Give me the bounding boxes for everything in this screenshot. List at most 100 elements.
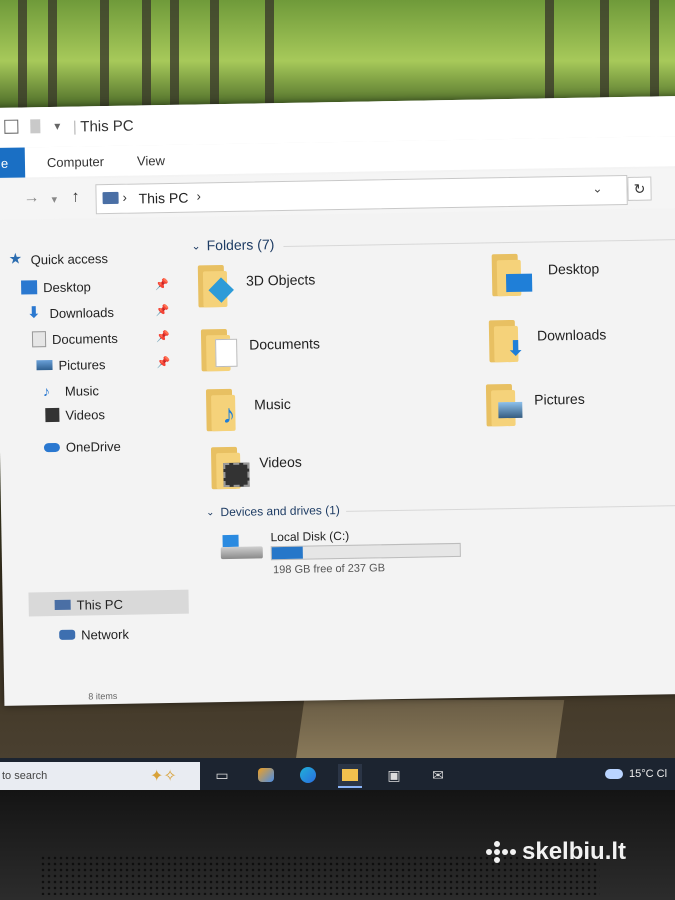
folders-group-header[interactable]: ⌄ Folders (7) <box>191 236 274 253</box>
drives-group-header[interactable]: ⌄ Devices and drives (1) <box>206 503 340 519</box>
group-title: Devices and drives (1) <box>220 503 340 520</box>
address-bar[interactable]: › This PC › ⌄ <box>95 174 628 215</box>
chevron-right-icon[interactable]: › <box>122 190 127 205</box>
tree-trunk <box>170 0 179 120</box>
watermark-text: skelbiu.lt <box>522 838 627 865</box>
tab-view[interactable]: View <box>137 153 165 168</box>
watermark-dots-icon <box>486 839 516 865</box>
videos-folder-icon <box>210 446 250 490</box>
sidebar-item-label: Videos <box>65 406 106 423</box>
file-explorer-window: ▾ This PC e Computer View → ▾ ↑ › This P… <box>0 95 675 706</box>
refresh-icon: ↻ <box>633 180 646 197</box>
taskbar-search-box[interactable]: to search ✦✧ <box>0 762 200 790</box>
pin-icon[interactable]: 📌 <box>156 330 170 343</box>
folder-item-videos[interactable]: Videos <box>210 444 412 499</box>
window-title: This PC <box>80 117 134 136</box>
documents-folder-icon <box>200 328 238 372</box>
pictures-icon <box>36 360 53 371</box>
drive-label: Local Disk (C:) <box>270 528 350 545</box>
folder-label: Videos <box>259 453 302 471</box>
wallpaper-path <box>295 700 565 760</box>
downloads-folder-icon: ⬇ <box>488 319 524 363</box>
sidebar-item-videos[interactable]: Videos <box>45 403 105 426</box>
sidebar-item-documents[interactable]: Documents <box>31 327 118 350</box>
music-icon: ♪ <box>42 383 51 400</box>
folder-label: Documents <box>249 335 321 353</box>
music-folder-icon: ♪ <box>205 388 237 432</box>
mail-icon[interactable]: ✉ <box>426 764 450 786</box>
sidebar-item-label: Downloads <box>49 304 115 321</box>
tab-computer[interactable]: Computer <box>47 154 104 170</box>
sidebar-item-label: Desktop <box>43 278 91 295</box>
taskbar: to search ✦✧ ▭ ▣ ✉ 15°C Cl <box>0 758 675 794</box>
properties-icon[interactable] <box>4 119 19 134</box>
weather-widget[interactable]: 15°C Cl <box>605 768 667 780</box>
new-folder-icon[interactable] <box>30 119 41 134</box>
watermark-logo: skelbiu.lt <box>486 838 626 866</box>
folder-item-downloads[interactable]: ⬇ Downloads <box>488 317 675 372</box>
sidebar-item-label: OneDrive <box>65 438 121 455</box>
sidebar-item-downloads[interactable]: ⬇ Downloads <box>27 301 114 325</box>
sidebar-item-network[interactable]: Network <box>59 623 129 646</box>
forward-icon[interactable]: → <box>23 189 39 207</box>
sidebar-item-label: Documents <box>51 330 118 347</box>
folder-label: Desktop <box>547 260 600 278</box>
sidebar-item-onedrive[interactable]: OneDrive <box>43 435 121 458</box>
folder-label: 3D Objects <box>245 271 316 289</box>
chevron-right-icon[interactable]: › <box>196 188 201 203</box>
documents-icon <box>31 331 47 348</box>
computer-icon <box>102 191 119 205</box>
status-item-count: 8 items <box>88 690 118 702</box>
sidebar-item-label: Network <box>81 626 130 643</box>
network-icon <box>59 629 76 640</box>
pin-icon[interactable]: 📌 <box>156 356 170 369</box>
drive-free-space: 198 GB free of 237 GB <box>273 562 386 577</box>
pin-icon[interactable]: 📌 <box>155 304 169 317</box>
folder-item-desktop[interactable]: Desktop <box>491 251 675 306</box>
sidebar-item-label: Quick access <box>30 250 109 267</box>
chevron-down-icon: ⌄ <box>205 506 215 518</box>
edge-icon[interactable] <box>296 764 320 786</box>
copilot-icon[interactable] <box>254 764 278 786</box>
task-view-icon[interactable]: ▭ <box>210 764 234 786</box>
star-icon: ★ <box>8 250 23 268</box>
store-icon[interactable]: ▣ <box>382 764 406 786</box>
folder-item-documents[interactable]: Documents <box>200 326 402 381</box>
drive-usage-bar <box>270 542 461 561</box>
sidebar-item-quick-access[interactable]: ★ Quick access <box>8 247 108 271</box>
group-divider <box>346 504 675 512</box>
folder-item-3d-objects[interactable]: 3D Objects <box>197 262 399 317</box>
pictures-folder-icon <box>485 384 523 427</box>
search-placeholder: to search <box>2 770 48 782</box>
refresh-button[interactable]: ↻ <box>627 176 652 201</box>
hard-drive-icon <box>220 530 265 561</box>
sidebar-item-desktop[interactable]: Desktop <box>21 275 91 298</box>
navigation-pane: ★ Quick access Desktop 📌 ⬇ Downloads 📌 D… <box>0 230 194 673</box>
chevron-down-icon[interactable]: ⌄ <box>592 181 602 195</box>
sidebar-item-pictures[interactable]: Pictures <box>36 353 106 376</box>
folder-item-music[interactable]: ♪ Music <box>205 386 407 441</box>
folder-label: Music <box>254 395 291 413</box>
tree-trunk <box>48 0 57 120</box>
tree-trunk <box>265 0 274 120</box>
tab-file[interactable]: e <box>0 147 26 178</box>
up-arrow-icon[interactable]: ↑ <box>71 189 79 207</box>
cloud-icon <box>605 769 623 779</box>
file-explorer-icon[interactable] <box>338 764 362 788</box>
tree-trunk <box>18 0 27 120</box>
pin-icon[interactable]: 📌 <box>155 278 169 291</box>
sidebar-item-music[interactable]: ♪ Music <box>43 379 99 402</box>
content-pane: ⌄ Folders (7) 3D Objects Desktop Documen… <box>191 221 675 669</box>
cloud-icon <box>43 442 61 452</box>
tree-trunk <box>100 0 109 120</box>
folder-item-pictures[interactable]: Pictures <box>485 381 675 436</box>
videos-icon <box>45 407 60 423</box>
drive-item-local-disk[interactable]: Local Disk (C:) 198 GB free of 237 GB <box>220 527 481 584</box>
download-icon: ⬇ <box>27 304 41 322</box>
sidebar-item-label: Pictures <box>58 356 106 373</box>
recent-locations-icon[interactable]: ▾ <box>51 193 58 206</box>
weather-text: 15°C Cl <box>629 768 668 780</box>
customize-toolbar-icon[interactable]: ▾ <box>54 119 68 135</box>
sidebar-item-this-pc[interactable]: This PC <box>54 593 123 616</box>
address-text: This PC <box>138 189 189 207</box>
